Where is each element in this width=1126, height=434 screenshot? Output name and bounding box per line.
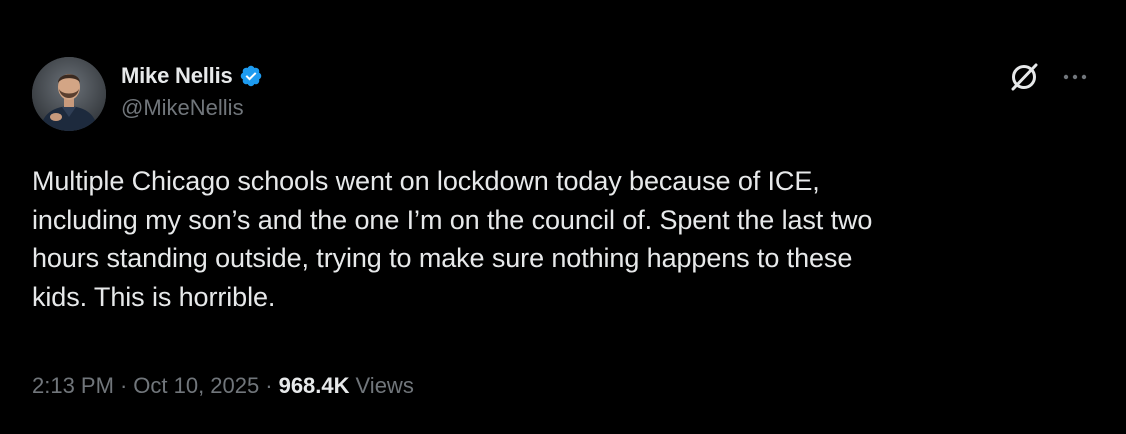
author-handle[interactable]: @MikeNellis <box>121 95 263 121</box>
meta-separator: · <box>265 373 273 398</box>
avatar-image <box>32 57 106 131</box>
tweet-card: Mike Nellis @MikeNellis Multiple Chicago… <box>0 0 1126 434</box>
author-block: Mike Nellis @MikeNellis <box>121 62 263 121</box>
author-name-row: Mike Nellis <box>121 62 263 90</box>
meta-separator: · <box>119 373 128 398</box>
tweet-date[interactable]: Oct 10, 2025 <box>133 373 259 399</box>
slashed-circle-icon[interactable] <box>1007 60 1041 94</box>
views-label[interactable]: Views <box>356 373 414 399</box>
views-count[interactable]: 968.4K <box>279 373 350 399</box>
tweet-text: Multiple Chicago schools went on lockdow… <box>32 166 873 312</box>
avatar[interactable] <box>32 57 106 131</box>
author-display-name[interactable]: Mike Nellis <box>121 63 233 89</box>
more-dots-icon[interactable] <box>1060 66 1090 88</box>
tweet-meta: 2:13 PM · Oct 10, 2025 · 968.4K Views <box>32 373 414 399</box>
tweet-time[interactable]: 2:13 PM <box>32 373 114 399</box>
verified-badge-icon[interactable] <box>239 64 263 88</box>
